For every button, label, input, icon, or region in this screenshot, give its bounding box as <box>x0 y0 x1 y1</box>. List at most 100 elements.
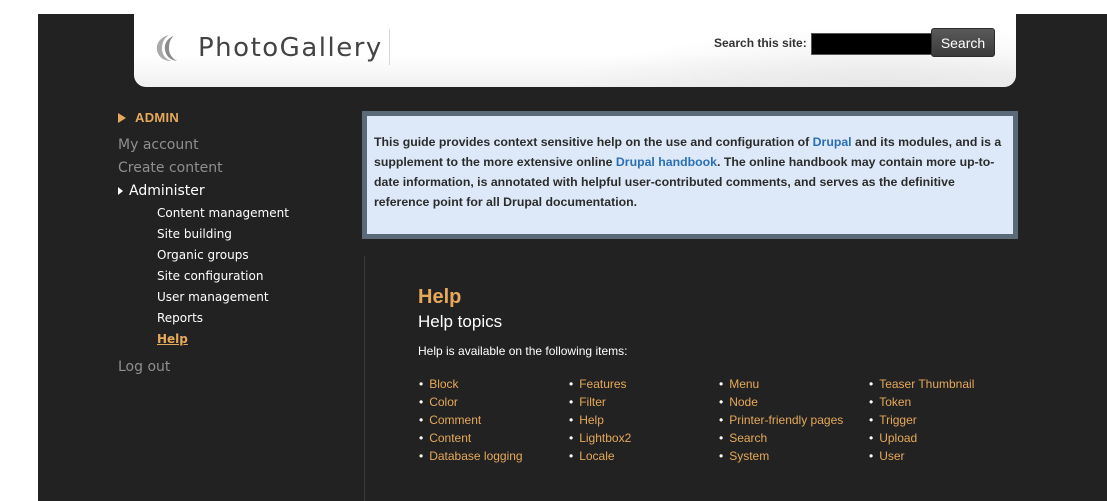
bullet-icon: • <box>719 449 724 463</box>
sidebar-link-create-content[interactable]: Create content <box>118 157 348 180</box>
topic-label: Teaser Thumbnail <box>879 377 975 391</box>
bullet-icon: • <box>869 395 874 409</box>
drupal-handbook-link[interactable]: Drupal handbook <box>616 155 717 169</box>
bullet-icon: • <box>419 449 424 463</box>
sidebar-item-organic-groups[interactable]: Organic groups <box>157 245 348 266</box>
bullet-icon: • <box>569 377 574 391</box>
drupal-link[interactable]: Drupal <box>813 135 852 149</box>
bullet-icon: • <box>419 431 424 445</box>
topic-label: Printer-friendly pages <box>729 413 844 427</box>
page: PhotoGallery Search this site: Search AD… <box>0 0 1107 501</box>
topic-link-comment[interactable]: • Comment <box>418 411 568 429</box>
bullet-icon: • <box>869 431 874 445</box>
search-input[interactable] <box>811 33 933 55</box>
sidebar-item-reports[interactable]: Reports <box>157 308 348 329</box>
bullet-icon: • <box>719 377 724 391</box>
topic-link-upload[interactable]: • Upload <box>868 429 1018 447</box>
page-title: Help <box>418 286 462 308</box>
topics-column: • Features • Filter • Help • Lightbox2 • Loca… <box>568 375 718 465</box>
topic-link-help[interactable]: • Help <box>568 411 718 429</box>
moon-logo-icon <box>156 35 177 61</box>
topic-label: System <box>729 449 770 463</box>
help-topics-list: • Block • Color • Comment • Content • Databas… <box>418 375 1058 465</box>
site-body: PhotoGallery Search this site: Search AD… <box>38 14 1107 501</box>
topic-label: User <box>879 449 905 463</box>
site-logo[interactable]: PhotoGallery <box>152 28 383 68</box>
topic-label: Token <box>879 395 912 409</box>
topic-link-search[interactable]: • Search <box>718 429 868 447</box>
sidebar-item-site-building[interactable]: Site building <box>157 224 348 245</box>
topic-link-filter[interactable]: • Filter <box>568 393 718 411</box>
topic-label: Menu <box>729 377 760 391</box>
bullet-icon: • <box>719 413 724 427</box>
topic-link-block[interactable]: • Block <box>418 375 568 393</box>
topics-column: • Block • Color • Comment • Content • Databas… <box>418 375 568 465</box>
help-intro-text: This guide provides context sensitive he… <box>374 132 1004 212</box>
sidebar-item-site-configuration[interactable]: Site configuration <box>157 266 348 287</box>
bullet-icon: • <box>419 395 424 409</box>
topics-column: • Teaser Thumbnail • Token • Trigger • Uploa… <box>868 375 1018 465</box>
bullet-icon: • <box>719 395 724 409</box>
topic-link-database-logging[interactable]: • Database logging <box>418 447 568 465</box>
topic-link-content[interactable]: • Content <box>418 429 568 447</box>
topic-link-color[interactable]: • Color <box>418 393 568 411</box>
topic-label: Help <box>579 413 604 427</box>
topics-column: • Menu • Node • Printer-friendly pages • Sea… <box>718 375 868 465</box>
sidebar-link-administer[interactable]: Administer <box>118 180 348 202</box>
admin-block-title: ADMIN <box>118 110 348 125</box>
site-header: PhotoGallery Search this site: Search <box>134 14 1016 87</box>
sidebar-item-user-management[interactable]: User management <box>157 287 348 308</box>
topic-link-teaser-thumbnail[interactable]: • Teaser Thumbnail <box>868 375 1018 393</box>
help-content: Help Help topics Help is available on th… <box>418 285 1058 465</box>
topic-label: Content <box>429 431 472 445</box>
topic-label: Lightbox2 <box>579 431 632 445</box>
topic-label: Block <box>429 377 459 391</box>
triangle-right-icon <box>118 112 126 123</box>
topic-link-locale[interactable]: • Locale <box>568 447 718 465</box>
admin-block-title-text: ADMIN <box>135 110 180 125</box>
topic-link-user[interactable]: • User <box>868 447 1018 465</box>
sidebar-link-administer-label: Administer <box>129 183 205 199</box>
bullet-icon: • <box>569 413 574 427</box>
topic-link-printer-friendly-pages[interactable]: • Printer-friendly pages <box>718 411 868 429</box>
topic-label: Database logging <box>429 449 523 463</box>
bullet-icon: • <box>569 395 574 409</box>
sidebar-link-my-account[interactable]: My account <box>118 134 348 157</box>
bullet-icon: • <box>719 431 724 445</box>
topic-label: Features <box>579 377 627 391</box>
content-divider <box>364 256 365 501</box>
logo-divider <box>389 29 390 65</box>
search-button[interactable]: Search <box>931 28 995 57</box>
topic-link-lightbox2[interactable]: • Lightbox2 <box>568 429 718 447</box>
topic-label: Filter <box>579 395 606 409</box>
topic-label: Comment <box>429 413 482 427</box>
sidebar-item-help[interactable]: Help <box>157 329 348 350</box>
search-label: Search this site: <box>714 36 807 50</box>
topic-link-trigger[interactable]: • Trigger <box>868 411 1018 429</box>
sidebar-link-log-out[interactable]: Log out <box>118 356 348 379</box>
help-intro-box: This guide provides context sensitive he… <box>362 111 1018 239</box>
admin-sidebar: ADMIN My account Create content Administ… <box>118 110 348 379</box>
topic-label: Node <box>729 395 758 409</box>
bullet-icon: • <box>869 377 874 391</box>
administer-submenu: Content management Site building Organic… <box>157 203 348 350</box>
topic-link-node[interactable]: • Node <box>718 393 868 411</box>
topic-label: Upload <box>879 431 918 445</box>
sidebar-item-content-management[interactable]: Content management <box>157 203 348 224</box>
bullet-icon: • <box>419 377 424 391</box>
topic-link-system[interactable]: • System <box>718 447 868 465</box>
topic-label: Trigger <box>879 413 917 427</box>
bullet-icon: • <box>869 449 874 463</box>
help-topics-heading: Help topics <box>418 312 503 331</box>
intro-text-segment: This guide provides context sensitive he… <box>374 135 813 149</box>
site-name: PhotoGallery <box>198 33 383 63</box>
bullet-icon: • <box>419 413 424 427</box>
bullet-icon: • <box>569 449 574 463</box>
topic-label: Locale <box>579 449 615 463</box>
bullet-icon: • <box>569 431 574 445</box>
expanded-triangle-icon <box>118 187 123 195</box>
topic-link-token[interactable]: • Token <box>868 393 1018 411</box>
bullet-icon: • <box>869 413 874 427</box>
topic-link-features[interactable]: • Features <box>568 375 718 393</box>
topic-link-menu[interactable]: • Menu <box>718 375 868 393</box>
